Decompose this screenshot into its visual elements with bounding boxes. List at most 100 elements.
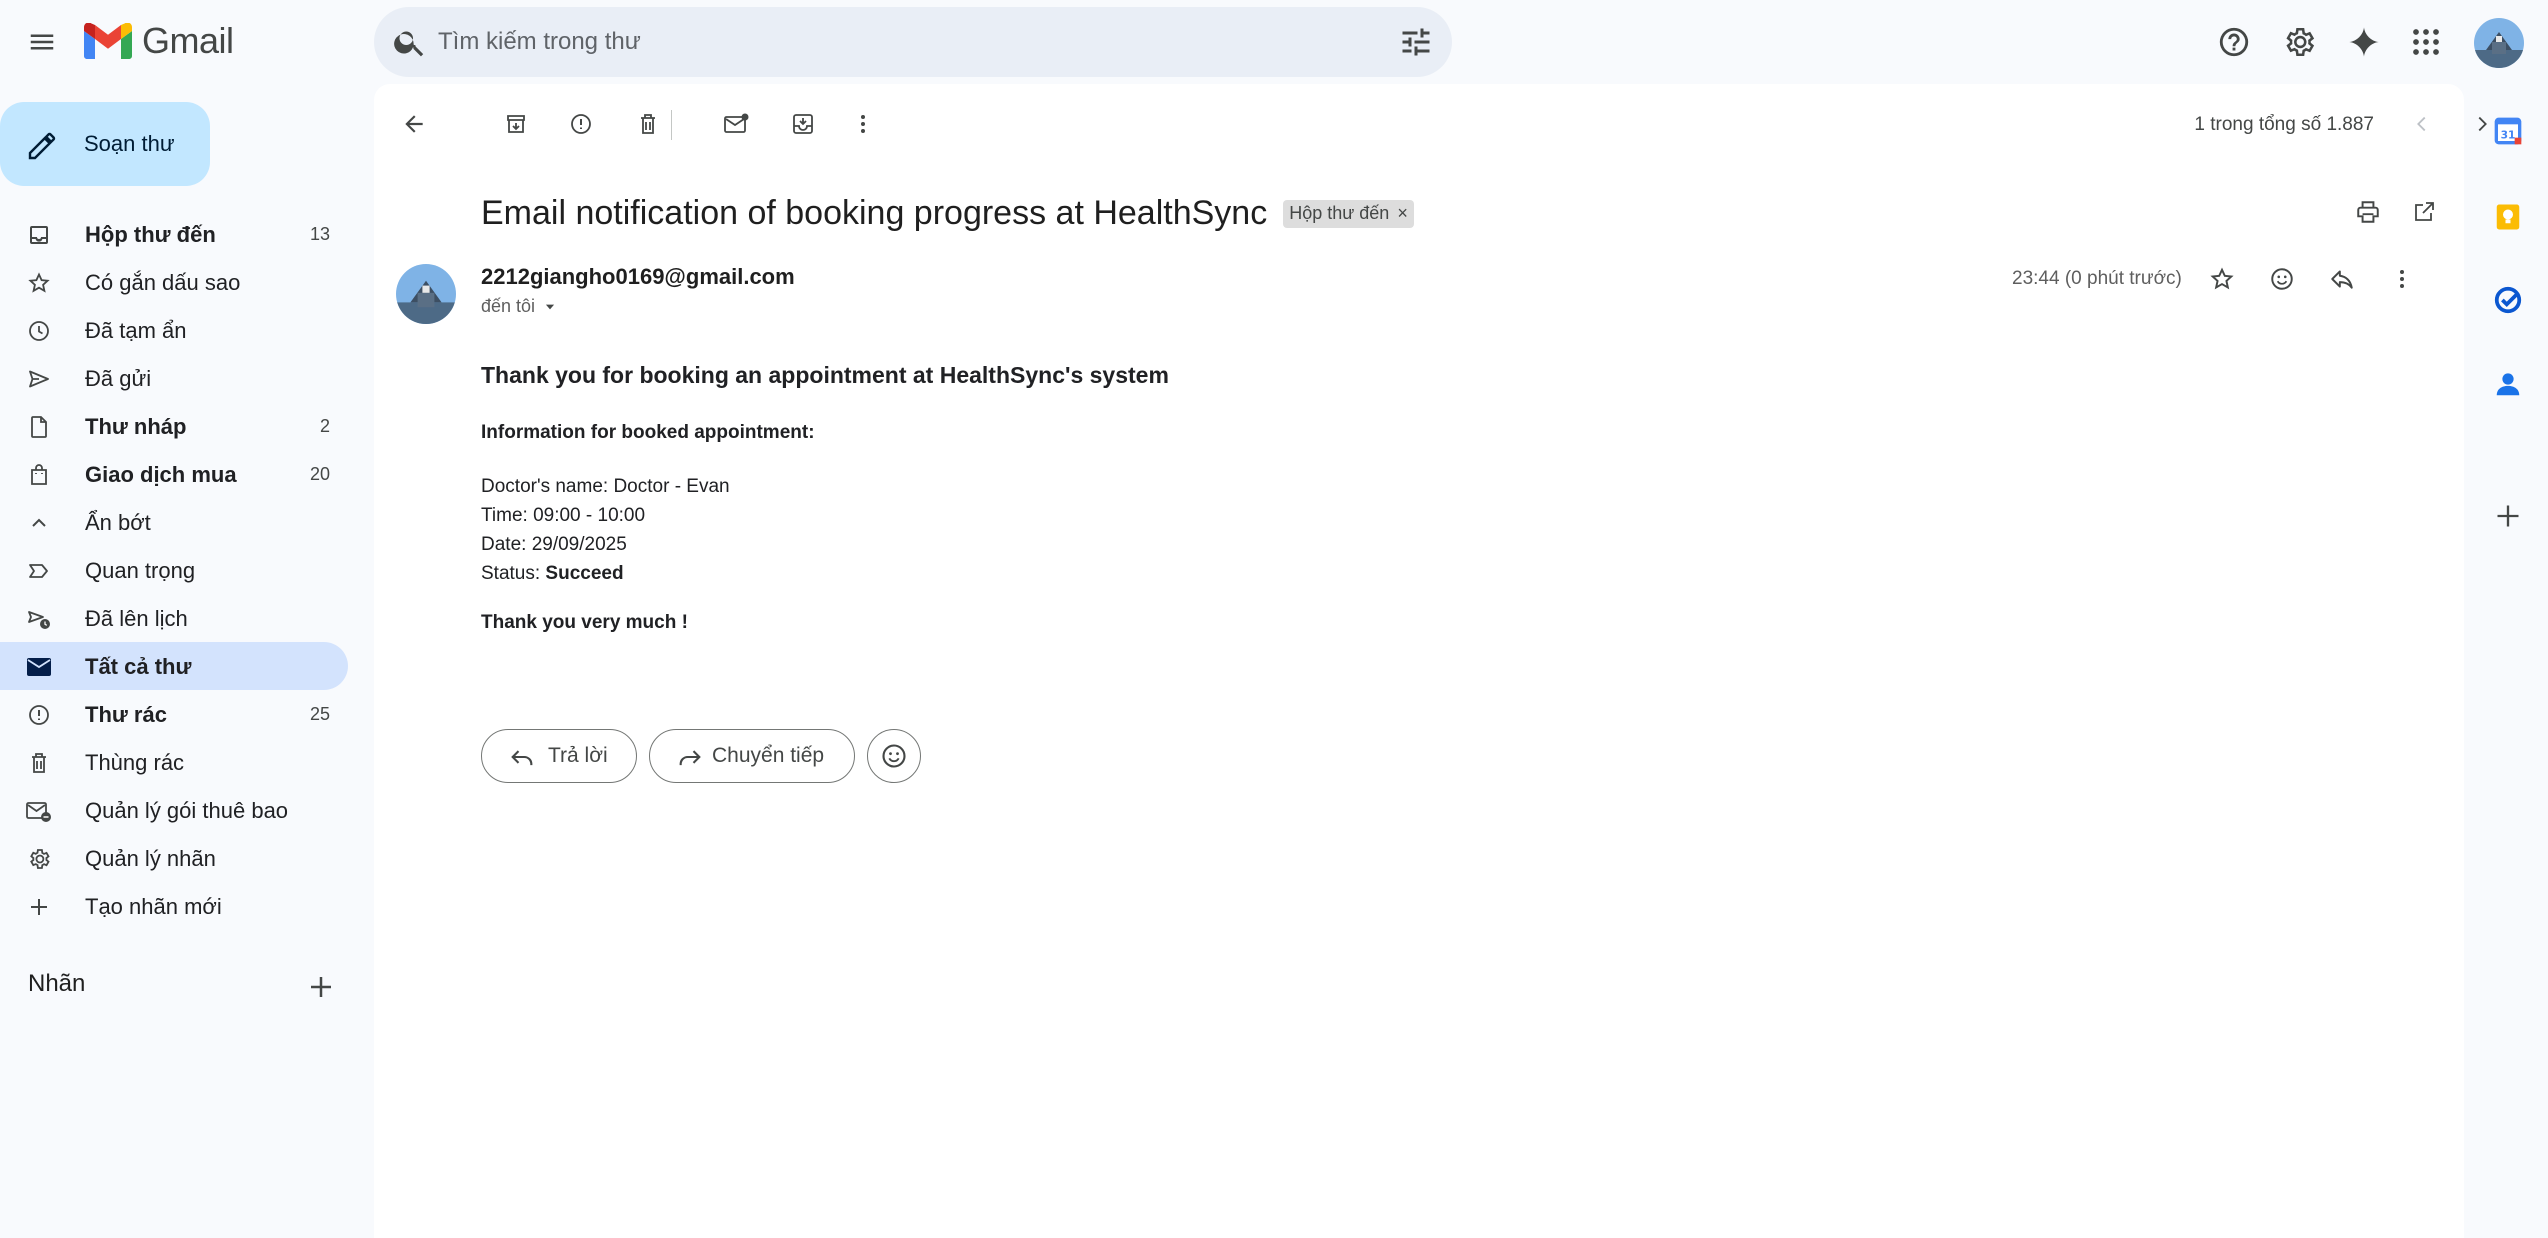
more-vertical-icon — [2400, 270, 2404, 288]
tasks-app-button[interactable] — [2490, 282, 2526, 318]
back-button[interactable] — [394, 104, 434, 144]
message-more-button[interactable] — [2382, 259, 2422, 299]
emoji-reaction-button[interactable] — [867, 729, 921, 783]
unread-count: 25 — [309, 704, 330, 724]
mark-unread-button[interactable] — [717, 104, 757, 144]
gemini-button[interactable] — [2340, 18, 2388, 66]
reply-button[interactable]: Trả lời — [481, 729, 637, 783]
add-reaction-button[interactable] — [2262, 259, 2302, 299]
contacts-app-button[interactable] — [2490, 366, 2526, 402]
sidebar-item-show-less[interactable]: Ẩn bớt — [0, 498, 348, 546]
calendar-app-button[interactable]: 31 — [2490, 113, 2526, 149]
archive-icon — [507, 115, 525, 133]
sidebar-item-drafts[interactable]: Thư nháp 2 — [0, 402, 348, 450]
sidebar-item-spam[interactable]: Thư rác 25 — [0, 690, 348, 738]
email-subject: Email notification of booking progress a… — [481, 194, 1414, 233]
delete-button[interactable] — [628, 104, 668, 144]
forward-label: Chuyển tiếp — [712, 744, 825, 767]
recipient-text: đến tôi — [481, 296, 536, 316]
search-icon[interactable] — [392, 24, 428, 60]
sidebar-item-label: Thùng rác — [85, 750, 185, 775]
settings-button[interactable] — [2275, 18, 2323, 66]
search-input[interactable] — [438, 21, 1338, 63]
labels-header: Nhãn — [28, 970, 86, 997]
keep-icon — [2496, 204, 2520, 230]
plus-icon — [2497, 505, 2519, 527]
open-in-new-icon — [2415, 202, 2434, 221]
help-button[interactable] — [2210, 18, 2258, 66]
pagination-info: 1 trong tổng số 1.887 — [2194, 114, 2374, 135]
sidebar-item-inbox[interactable]: Hộp thư đến 13 — [0, 210, 348, 258]
sidebar-item-snoozed[interactable]: Đã tạm ẩn — [0, 306, 348, 354]
avatar-image — [2474, 18, 2524, 68]
arrow-back-icon — [405, 115, 423, 133]
sidebar-item-all-mail[interactable]: Tất cả thư — [0, 642, 348, 690]
doctor-line: Doctor's name: Doctor - Evan — [481, 476, 730, 497]
sidebar-item-label: Quản lý gói thuê bao — [85, 798, 289, 823]
sender-email[interactable]: 2212giangho0169@gmail.com — [481, 264, 795, 290]
status-line: Status: Succeed — [481, 559, 1681, 588]
appointment-details: Doctor's name: Doctor - Evan Time: 09:00… — [481, 472, 1681, 588]
account-avatar[interactable] — [2474, 18, 2524, 68]
spam-icon — [26, 702, 52, 728]
sidebar-item-important[interactable]: Quan trọng — [0, 546, 348, 594]
recipient-details[interactable]: đến tôi — [481, 296, 557, 317]
star-button[interactable] — [2202, 259, 2242, 299]
more-options-button[interactable] — [843, 104, 883, 144]
inbox-label-chip[interactable]: Hộp thư đến × — [1283, 199, 1414, 228]
important-icon — [26, 558, 52, 584]
remove-label-icon[interactable]: × — [1397, 203, 1408, 224]
sender-avatar[interactable] — [396, 264, 456, 324]
forward-button[interactable]: Chuyển tiếp — [649, 729, 855, 783]
plus-icon — [26, 894, 52, 920]
report-spam-button[interactable] — [561, 104, 601, 144]
star-icon — [2210, 267, 2234, 290]
gmail-m-icon — [84, 23, 132, 59]
sidebar-item-scheduled[interactable]: Đã lên lịch — [0, 594, 348, 642]
gmail-logo[interactable]: Gmail — [84, 20, 234, 62]
keep-app-button[interactable] — [2490, 199, 2526, 235]
sidebar-item-label: Tạo nhãn mới — [85, 894, 222, 919]
search-bar[interactable] — [374, 7, 1452, 77]
get-addons-button[interactable] — [2490, 498, 2526, 534]
email-timestamp: 23:44 (0 phút trước) — [2012, 268, 2182, 289]
open-new-window-button[interactable] — [2404, 192, 2444, 232]
sidebar-item-subscriptions[interactable]: Quản lý gói thuê bao — [0, 786, 348, 834]
sidebar-item-manage-labels[interactable]: Quản lý nhãn — [0, 834, 348, 882]
add-label-icon[interactable] — [306, 972, 336, 1002]
tasks-icon — [2494, 286, 2522, 314]
shopping-bag-icon — [26, 462, 52, 488]
main-menu-button[interactable] — [18, 18, 66, 66]
label-chip-text: Hộp thư đến — [1289, 203, 1390, 223]
archive-button[interactable] — [496, 104, 536, 144]
print-icon — [2357, 201, 2379, 223]
reply-icon — [511, 750, 533, 766]
sidebar-item-starred[interactable]: Có gắn dấu sao — [0, 258, 348, 306]
sidebar-item-label: Đã tạm ẩn — [85, 318, 187, 343]
contacts-icon — [2496, 373, 2520, 396]
compose-button[interactable]: Soạn thư — [0, 102, 210, 186]
sidebar-item-sent[interactable]: Đã gửi — [0, 354, 348, 402]
sidebar-item-label: Có gắn dấu sao — [85, 270, 241, 295]
app-name: Gmail — [142, 20, 234, 61]
time-line: Time: 09:00 - 10:00 — [481, 505, 646, 526]
body-subheading: Information for booked appointment: — [481, 422, 815, 443]
sidebar-item-purchases[interactable]: Giao dịch mua 20 — [0, 450, 348, 498]
sidebar-item-label: Giao dịch mua — [85, 462, 237, 487]
sidebar-item-trash[interactable]: Thùng rác — [0, 738, 348, 786]
date-line: Date: 29/09/2025 — [481, 534, 627, 555]
reply-icon-button[interactable] — [2322, 259, 2362, 299]
chevron-up-icon — [26, 510, 52, 536]
svg-text:31: 31 — [2501, 128, 2516, 141]
status-value: Succeed — [545, 563, 624, 584]
gear-icon — [2286, 27, 2315, 57]
inbox-icon — [26, 222, 52, 248]
sidebar-item-create-label[interactable]: Tạo nhãn mới — [0, 882, 348, 930]
apps-button[interactable] — [2402, 18, 2450, 66]
print-button[interactable] — [2348, 192, 2388, 232]
search-options-icon[interactable] — [1398, 24, 1434, 60]
newer-button[interactable] — [2402, 104, 2442, 144]
sidebar-item-label: Quản lý nhãn — [85, 846, 216, 871]
reply-icon — [2331, 270, 2353, 289]
move-to-button[interactable] — [783, 104, 823, 144]
